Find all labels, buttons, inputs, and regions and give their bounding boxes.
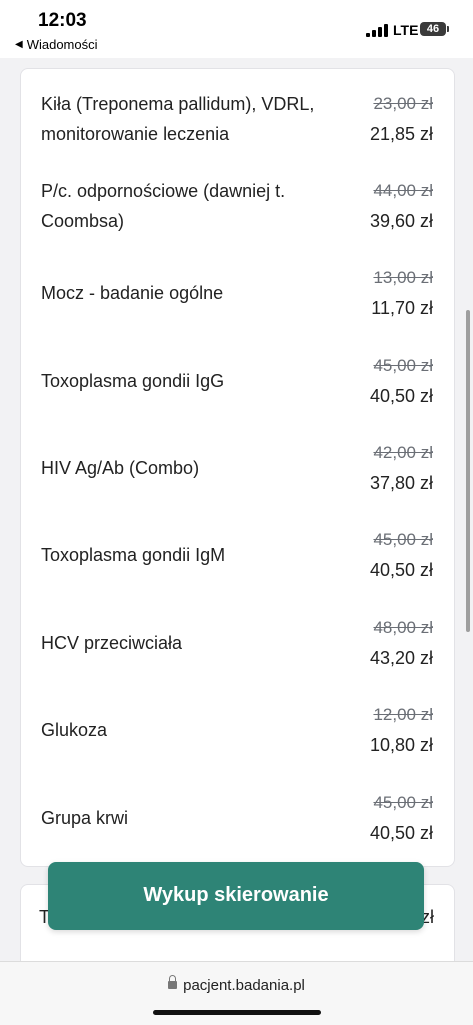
old-price: 44,00 zł	[373, 181, 433, 200]
old-price: 48,00 zł	[373, 618, 433, 637]
back-arrow-icon: ◀	[15, 39, 23, 50]
scrollbar[interactable]	[466, 310, 470, 632]
test-name: Grupa krwi	[41, 808, 129, 828]
new-price: 40,50 zł	[369, 823, 433, 843]
test-list-card: Kiła (Treponema pallidum), VDRL, monitor…	[20, 68, 455, 867]
home-indicator[interactable]	[153, 1010, 321, 1015]
back-label: Wiadomości	[26, 37, 98, 52]
list-item: Glukoza 12,00 zł 10,80 zł	[41, 696, 433, 776]
page-content[interactable]: Kiła (Treponema pallidum), VDRL, monitor…	[0, 58, 473, 961]
old-price: 42,00 zł	[373, 443, 433, 462]
list-item: P/c. odpornościowe (dawniej t. Coombsa) …	[41, 172, 433, 252]
new-price: 40,50 zł	[369, 386, 433, 406]
old-price: 45,00 zł	[373, 793, 433, 812]
browser-address-bar[interactable]: pacjent.badania.pl	[0, 961, 473, 1025]
url-text: pacjent.badania.pl	[183, 977, 305, 994]
list-item: HCV przeciwciała 48,00 zł 43,20 zł	[41, 609, 433, 689]
new-price: 37,80 zł	[369, 473, 433, 493]
buy-referral-button[interactable]: Wykup skierowanie	[48, 862, 424, 930]
test-name: P/c. odpornościowe (dawniej t. Coombsa)	[41, 181, 286, 231]
new-price: 21,85 zł	[369, 124, 433, 144]
signal-icon	[366, 24, 388, 37]
new-price: 40,50 zł	[369, 560, 433, 580]
test-name: HIV Ag/Ab (Combo)	[41, 458, 200, 478]
old-price: 45,00 zł	[373, 530, 433, 549]
list-item: Kiła (Treponema pallidum), VDRL, monitor…	[41, 85, 433, 165]
test-name: Kiła (Treponema pallidum), VDRL, monitor…	[41, 94, 315, 144]
status-bar: 12:03 ◀ Wiadomości LTE 46	[0, 0, 473, 58]
old-price: 45,00 zł	[373, 356, 433, 375]
back-to-app-button[interactable]: ◀ Wiadomości	[15, 37, 98, 52]
test-name: Toxoplasma gondii IgM	[41, 545, 226, 565]
test-name: HCV przeciwciała	[41, 633, 183, 653]
list-item: HIV Ag/Ab (Combo) 42,00 zł 37,80 zł	[41, 434, 433, 514]
new-price: 43,20 zł	[369, 648, 433, 668]
test-name: Toxoplasma gondii IgG	[41, 371, 225, 391]
new-price: 11,70 zł	[371, 298, 433, 318]
list-item: Toxoplasma gondii IgM 45,00 zł 40,50 zł	[41, 521, 433, 601]
list-item: Mocz - badanie ogólne 13,00 zł 11,70 zł	[41, 259, 433, 339]
old-price: 13,00 zł	[373, 268, 433, 287]
list-item: Toxoplasma gondii IgG 45,00 zł 40,50 zł	[41, 347, 433, 427]
list-item: Grupa krwi 45,00 zł 40,50 zł	[41, 784, 433, 864]
battery-icon: 46	[420, 22, 449, 36]
test-name: Mocz - badanie ogólne	[41, 283, 224, 303]
clock: 12:03	[38, 10, 87, 31]
network-type: LTE	[393, 22, 419, 38]
lock-icon	[168, 975, 178, 989]
old-price: 12,00 zł	[373, 705, 433, 724]
old-price: 23,00 zł	[373, 94, 433, 113]
new-price: 10,80 zł	[369, 735, 433, 755]
url-field[interactable]: pacjent.badania.pl	[0, 975, 473, 994]
test-name: Glukoza	[41, 720, 108, 740]
new-price: 39,60 zł	[369, 211, 433, 231]
